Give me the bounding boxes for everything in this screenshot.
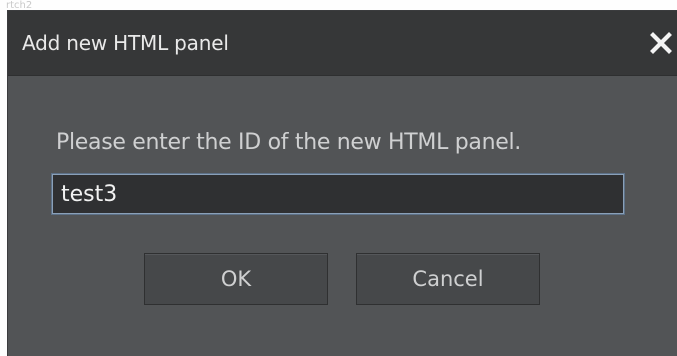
close-icon [650,32,672,54]
dialog-prompt: Please enter the ID of the new HTML pane… [56,130,521,155]
ok-button[interactable]: OK [144,253,328,305]
dialog-titlebar: Add new HTML panel [8,11,677,76]
cancel-button[interactable]: Cancel [356,253,540,305]
dialog-title: Add new HTML panel [22,31,229,55]
panel-id-input[interactable] [51,173,625,215]
close-button[interactable] [646,28,676,58]
add-html-panel-dialog: Add new HTML panel Please enter the ID o… [8,11,677,356]
